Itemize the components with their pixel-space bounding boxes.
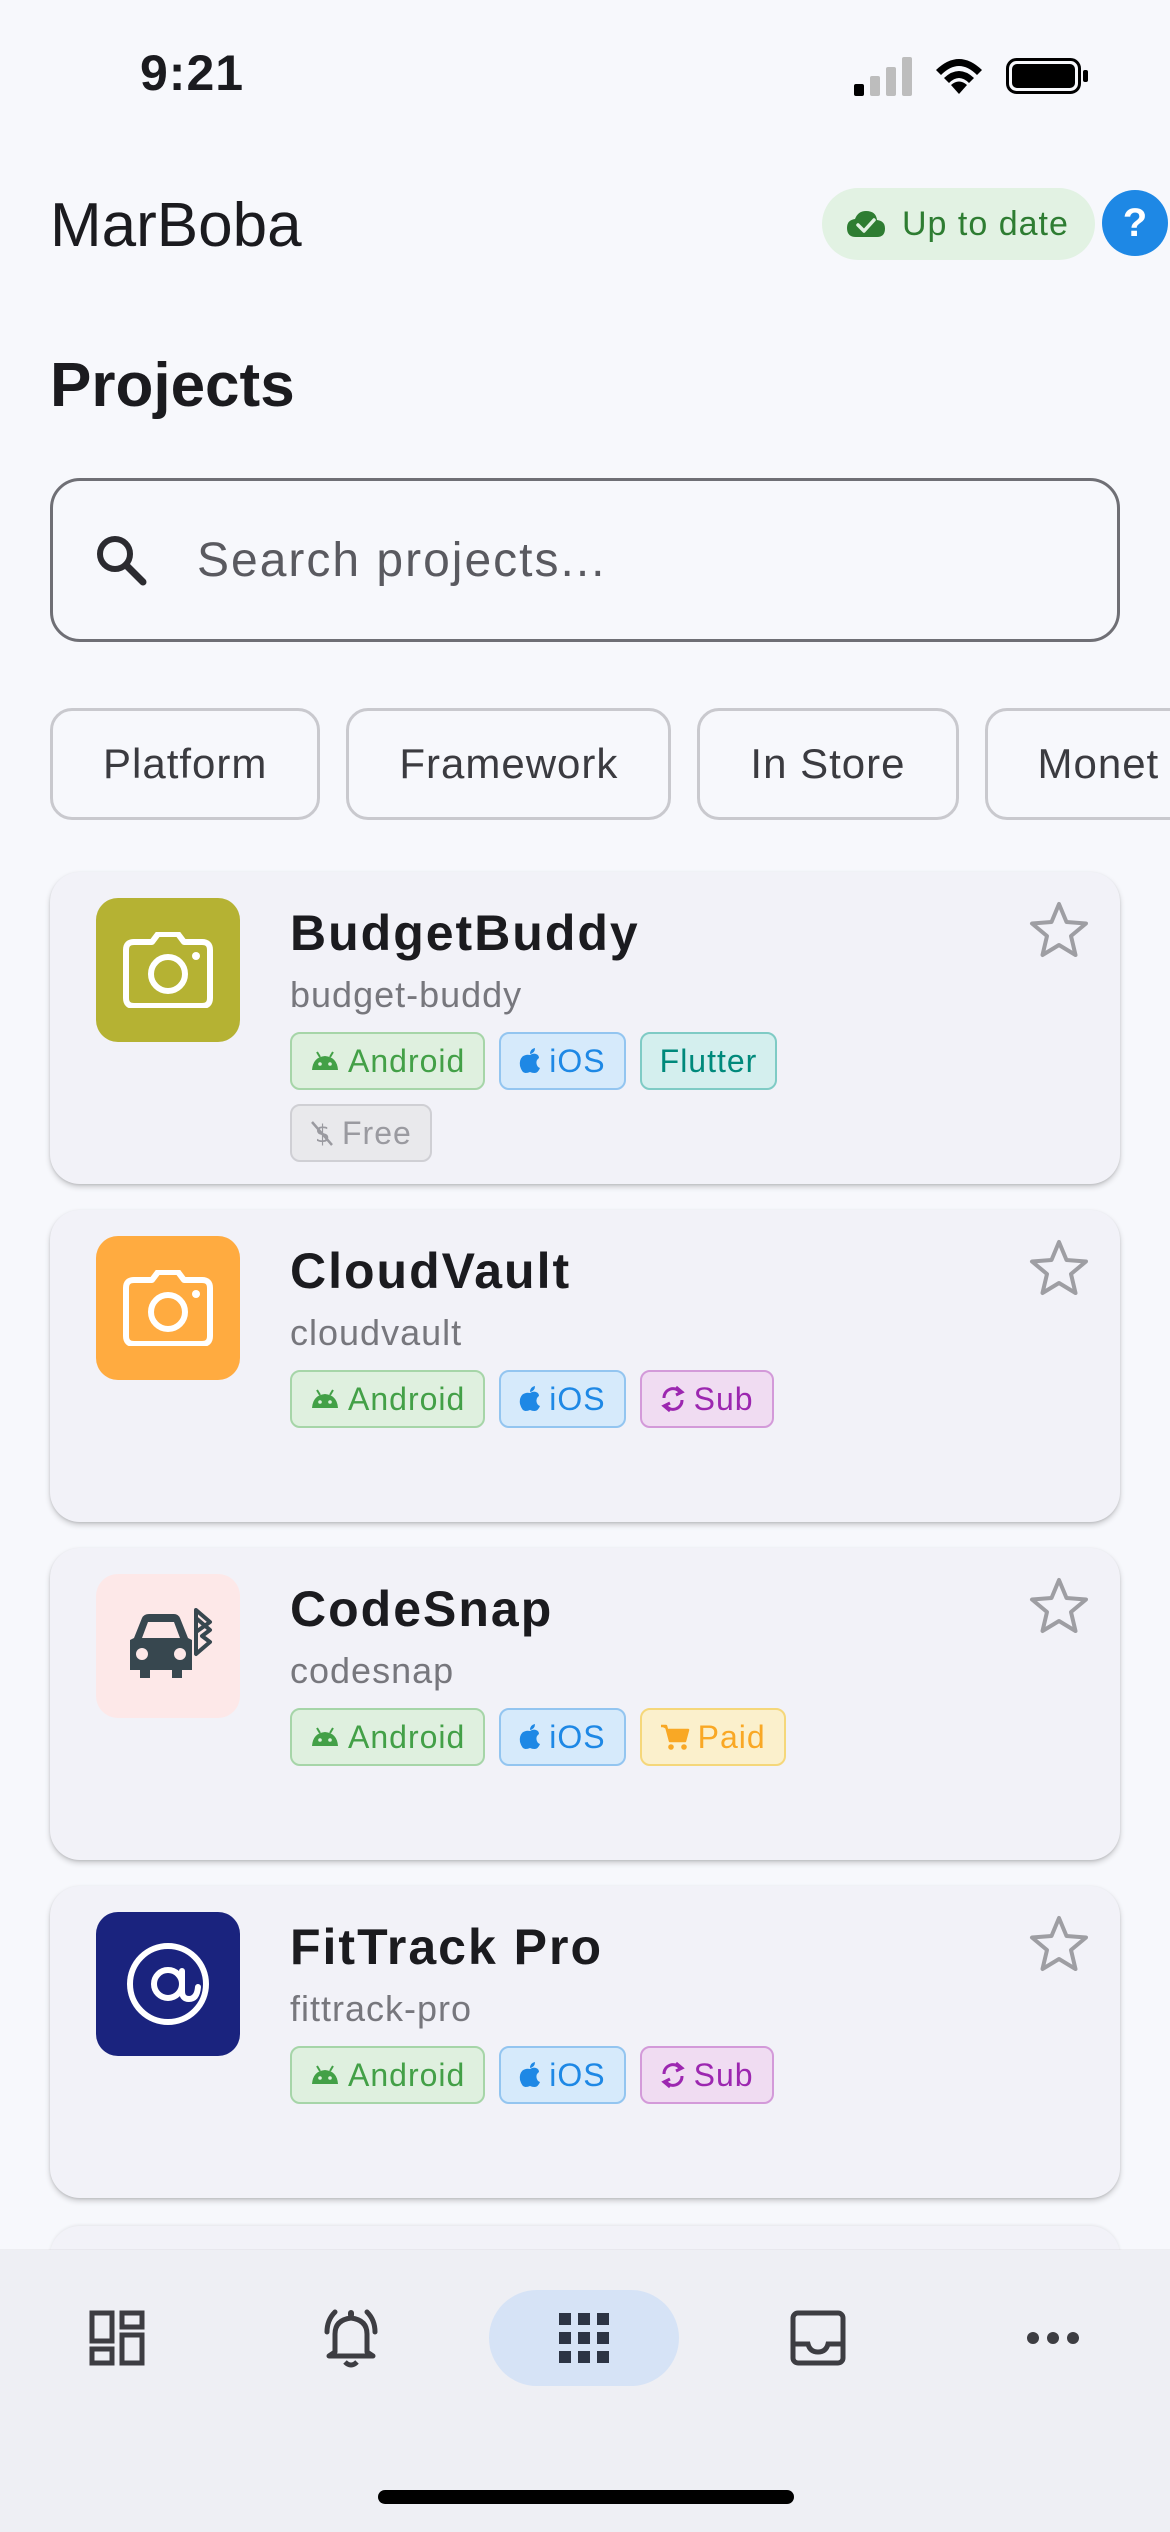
dashboard-icon — [89, 2310, 145, 2366]
tag-label: Paid — [697, 1718, 766, 1755]
project-icon — [96, 898, 240, 1042]
tag-free: $ Free — [290, 1104, 432, 1162]
cellular-signal-icon — [854, 57, 912, 96]
sync-icon — [660, 2061, 685, 2089]
android-icon — [312, 2065, 338, 2084]
project-name: FitTrack Pro — [290, 1919, 603, 1975]
tag-sub: Sub — [639, 2046, 774, 2104]
camera-icon — [123, 1270, 213, 1346]
help-button[interactable]: ? — [1102, 190, 1168, 256]
battery-icon — [1006, 58, 1088, 94]
wifi-icon — [936, 59, 982, 94]
project-name: CodeSnap — [290, 1581, 554, 1637]
tag-sub: Sub — [639, 1370, 774, 1428]
project-slug: cloudvault — [290, 1312, 463, 1353]
page-title: Projects — [50, 351, 295, 420]
nav-notifications[interactable] — [256, 2290, 446, 2386]
star-icon[interactable] — [1028, 1238, 1090, 1298]
tag-label: Android — [348, 1718, 466, 1755]
tag-label: Sub — [693, 1380, 754, 1417]
search-input[interactable] — [195, 531, 999, 589]
apps-grid-icon — [559, 2313, 609, 2363]
cart-icon — [660, 1724, 689, 1750]
cloud-done-icon — [847, 211, 885, 237]
filter-chip-monetization[interactable]: Monet — [984, 708, 1170, 820]
star-icon[interactable] — [1028, 900, 1090, 960]
tag-label: Sub — [693, 2056, 754, 2093]
status-time: 9:21 — [140, 45, 245, 101]
tag-android: Android — [290, 2046, 486, 2104]
search-field[interactable] — [50, 478, 1120, 642]
nav-dashboard[interactable] — [22, 2290, 212, 2386]
tag-android: Android — [290, 1370, 486, 1428]
project-name: CloudVault — [290, 1243, 572, 1299]
tag-label: iOS — [549, 1380, 606, 1417]
camera-icon — [123, 932, 213, 1008]
tag-ios: iOS — [499, 1032, 626, 1090]
tag-android: Android — [290, 1032, 486, 1090]
sync-status-chip[interactable]: Up to date — [822, 188, 1095, 260]
tag-label: Android — [348, 1042, 466, 1079]
project-card[interactable]: CloudVault cloudvault Android iOS Sub — [50, 1210, 1120, 1522]
sync-icon — [660, 1385, 685, 1413]
project-icon — [96, 1574, 240, 1718]
tag-android: Android — [290, 1708, 486, 1766]
apple-icon — [520, 2062, 541, 2087]
project-card[interactable]: FitTrack Pro fittrack-pro Android iOS Su… — [50, 1886, 1120, 2198]
apple-icon — [520, 1386, 541, 1411]
filter-chip-platform[interactable]: Platform — [50, 708, 321, 820]
filter-chips: Platform Framework In Store Monet — [50, 708, 1170, 820]
nav-more[interactable] — [958, 2290, 1148, 2386]
filter-chip-framework[interactable]: Framework — [346, 708, 672, 820]
tag-label: iOS — [549, 2056, 606, 2093]
nav-projects[interactable] — [489, 2290, 679, 2386]
car-bluetooth-icon — [130, 1608, 212, 1678]
status-icons — [854, 56, 1090, 96]
project-tags: Android iOS Flutter $ Free — [290, 1032, 890, 1162]
android-icon — [312, 1727, 338, 1746]
more-horiz-icon — [1027, 2332, 1079, 2344]
at-sign-icon — [127, 1943, 209, 2025]
tag-paid: Paid — [639, 1708, 786, 1766]
tag-label: Free — [342, 1114, 412, 1151]
project-slug: budget-buddy — [290, 974, 523, 1015]
money-off-icon: $ — [311, 1120, 333, 1147]
android-icon — [312, 1389, 338, 1408]
inbox-icon — [790, 2310, 846, 2366]
help-icon: ? — [1122, 200, 1148, 245]
android-icon — [312, 1051, 338, 1070]
home-indicator — [378, 2490, 794, 2504]
tag-ios: iOS — [499, 1370, 626, 1428]
tag-label: Android — [348, 1380, 466, 1417]
tag-label: Android — [348, 2056, 466, 2093]
project-slug: fittrack-pro — [290, 1988, 473, 2029]
tag-ios: iOS — [499, 1708, 626, 1766]
project-card[interactable]: CodeSnap codesnap Android iOS Paid — [50, 1548, 1120, 1860]
project-icon — [96, 1912, 240, 2056]
nav-inbox[interactable] — [723, 2290, 913, 2386]
tag-label: iOS — [549, 1042, 606, 1079]
tag-ios: iOS — [499, 2046, 626, 2104]
project-card[interactable]: BudgetBuddy budget-buddy Android iOS Flu… — [50, 872, 1120, 1184]
project-name: BudgetBuddy — [290, 905, 640, 961]
project-list: BudgetBuddy budget-buddy Android iOS Flu… — [50, 872, 1120, 2224]
project-tags: Android iOS Sub — [290, 1370, 890, 1428]
tag-flutter: Flutter — [639, 1032, 778, 1090]
filter-chip-in-store[interactable]: In Store — [697, 708, 959, 820]
search-icon — [93, 532, 149, 588]
project-tags: Android iOS Sub — [290, 2046, 890, 2104]
project-icon — [96, 1236, 240, 1380]
project-slug: codesnap — [290, 1650, 455, 1691]
app-title: MarBoba — [50, 191, 302, 260]
bell-ring-icon — [324, 2309, 378, 2368]
sync-status-label: Up to date — [902, 204, 1069, 243]
apple-icon — [520, 1048, 541, 1073]
apple-icon — [520, 1724, 541, 1749]
star-icon[interactable] — [1028, 1914, 1090, 1974]
project-tags: Android iOS Paid — [290, 1708, 890, 1766]
tag-label: iOS — [549, 1718, 606, 1755]
star-icon[interactable] — [1028, 1576, 1090, 1636]
tag-label: Flutter — [659, 1042, 758, 1079]
